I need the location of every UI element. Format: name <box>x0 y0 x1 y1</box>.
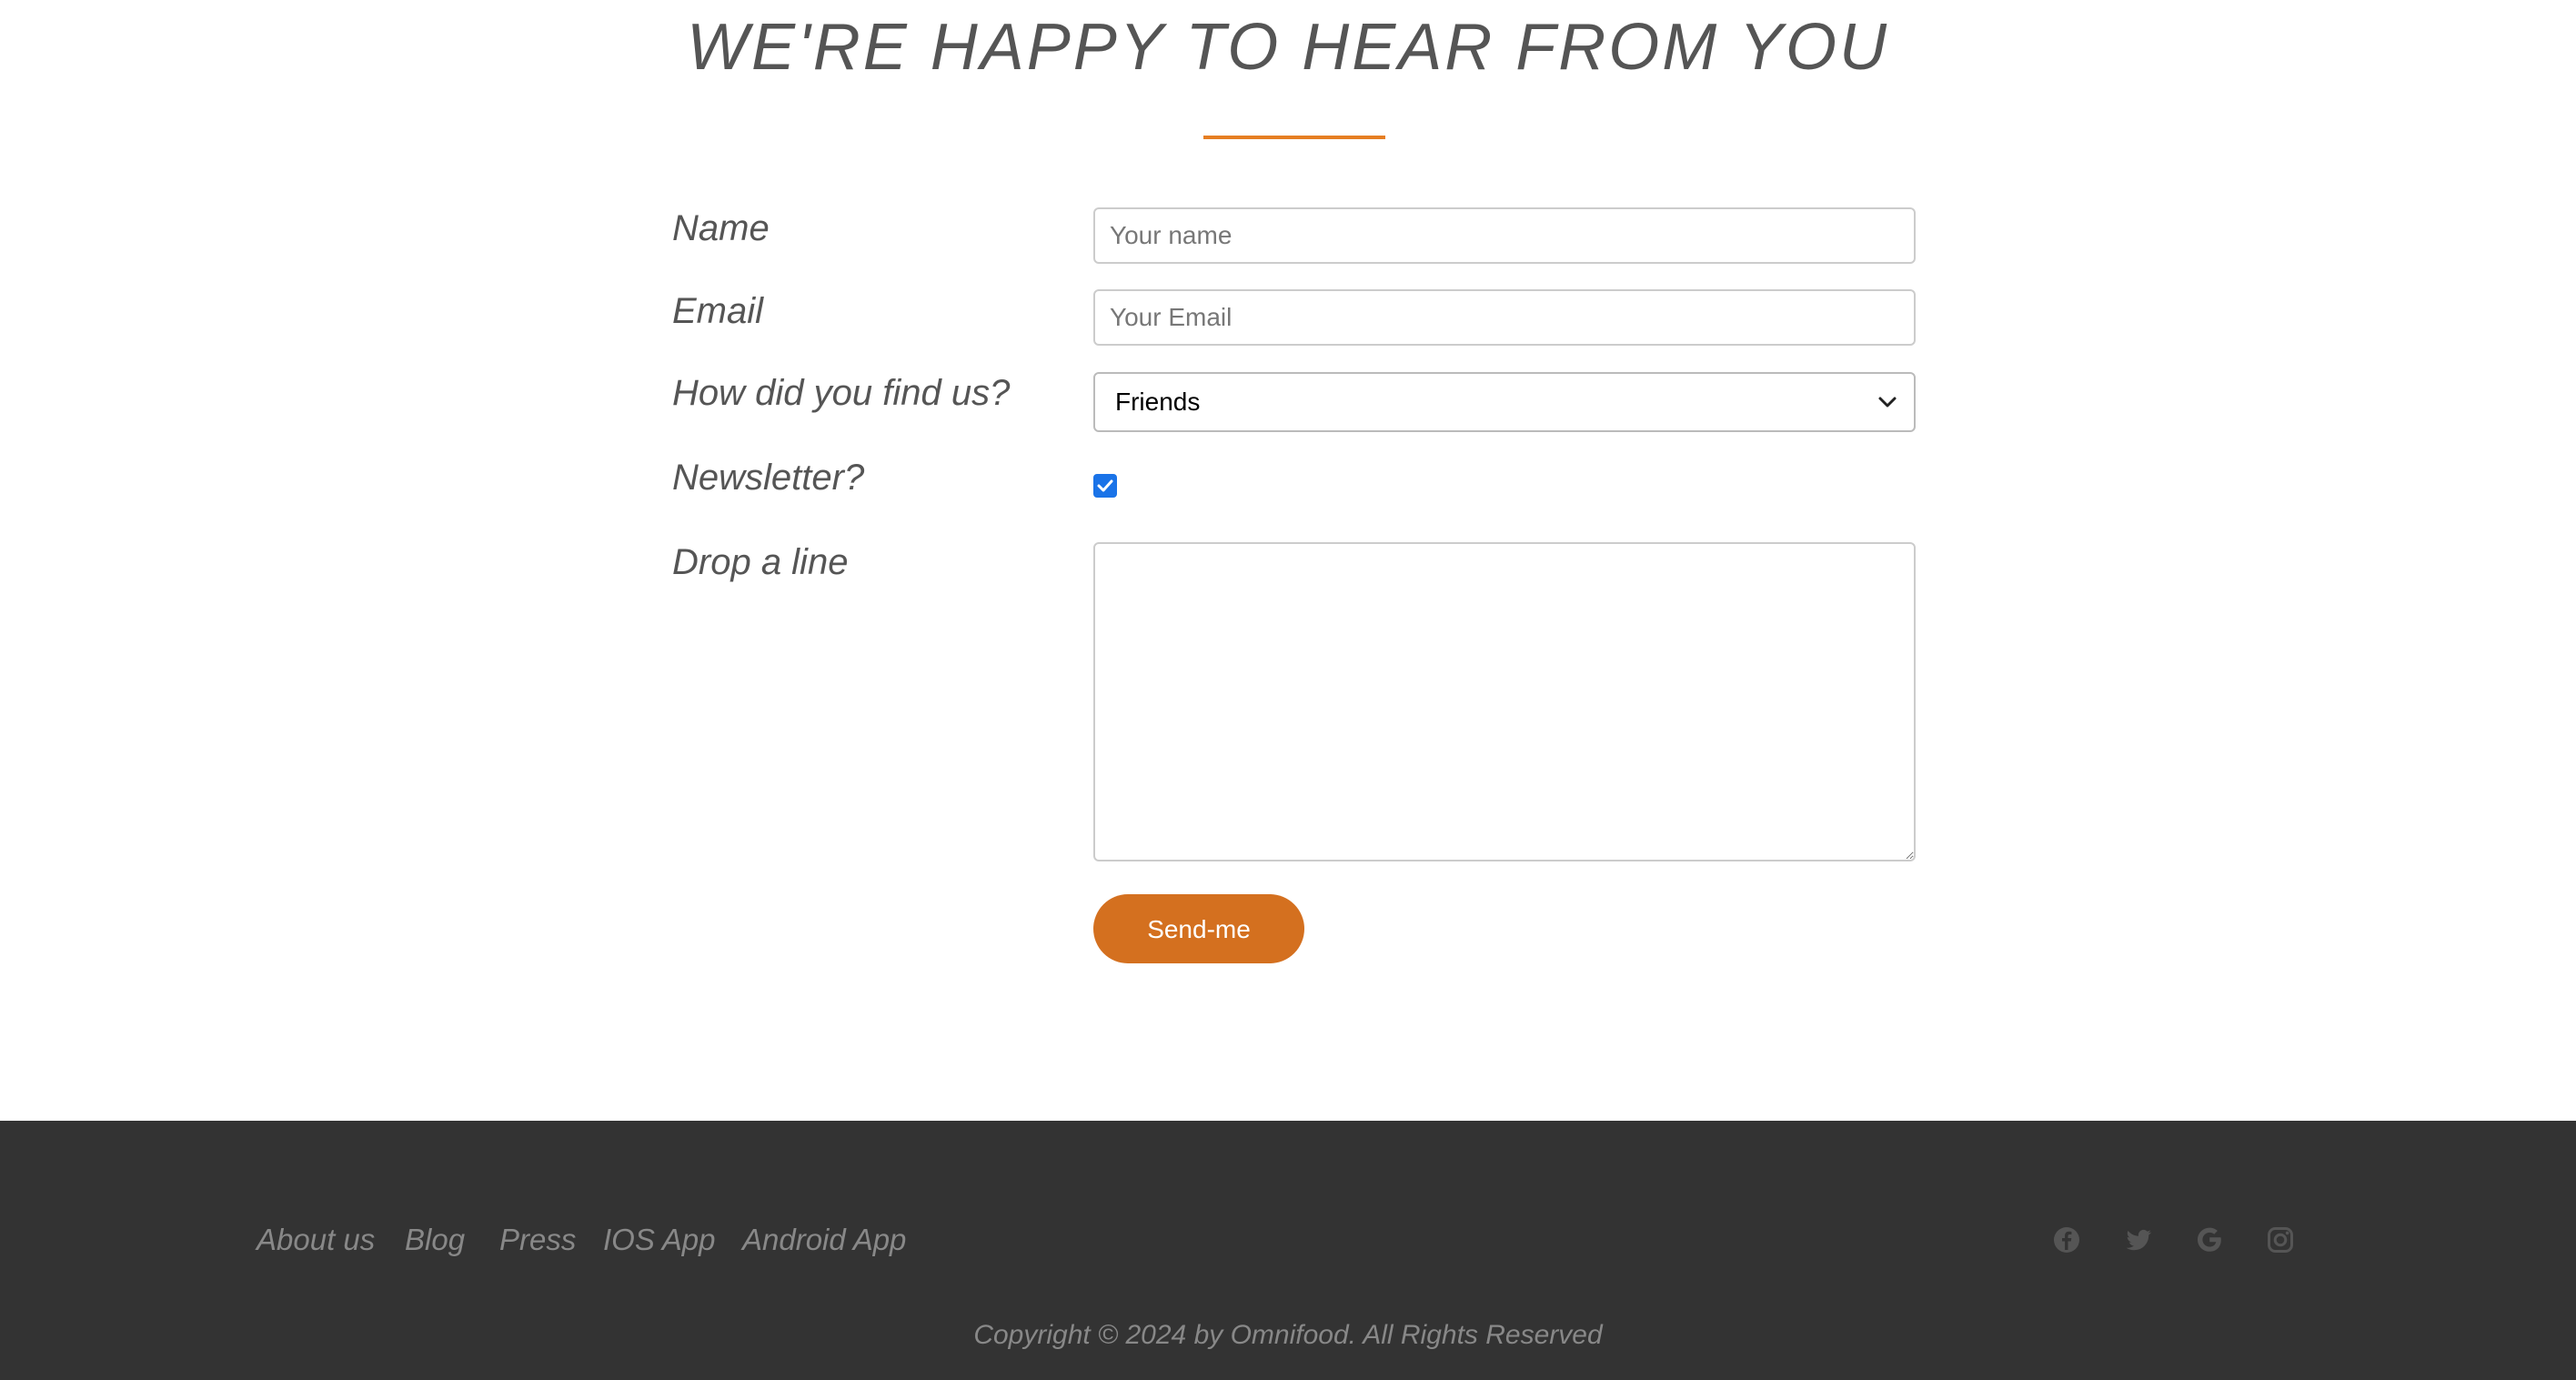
email-label: Email <box>672 291 764 331</box>
google-icon[interactable] <box>2194 1224 2225 1255</box>
contact-section: WE'RE HAPPY TO HEAR FROM YOU Name Email … <box>0 0 2576 1121</box>
find-us-select[interactable]: Friends <box>1093 372 1916 432</box>
footer-link-ios-app[interactable]: IOS App <box>603 1217 716 1263</box>
message-label: Drop a line <box>672 542 849 582</box>
name-label: Name <box>672 208 770 248</box>
footer: About us Blog Press IOS App Android App … <box>0 1121 2576 1380</box>
find-us-label: How did you find us? <box>672 373 1011 413</box>
newsletter-checkbox[interactable] <box>1093 474 1117 498</box>
heading-divider <box>1203 136 1385 139</box>
copyright-text: Copyright © 2024 by Omnifood. All Rights… <box>973 1320 1603 1350</box>
facebook-icon[interactable] <box>2051 1224 2082 1255</box>
send-button[interactable]: Send-me <box>1093 894 1304 963</box>
find-us-selected-value: Friends <box>1115 388 1201 416</box>
instagram-icon[interactable] <box>2265 1224 2296 1255</box>
footer-link-blog[interactable]: Blog <box>405 1217 465 1263</box>
name-input[interactable] <box>1093 207 1916 264</box>
newsletter-label: Newsletter? <box>672 458 865 498</box>
email-input[interactable] <box>1093 289 1916 346</box>
checkmark-icon <box>1097 479 1113 492</box>
message-textarea[interactable] <box>1093 542 1916 861</box>
footer-link-android-app[interactable]: Android App <box>742 1217 906 1263</box>
chevron-down-icon <box>1878 397 1897 408</box>
twitter-icon[interactable] <box>2123 1224 2154 1255</box>
footer-link-about-us[interactable]: About us <box>257 1217 375 1263</box>
footer-link-press[interactable]: Press <box>499 1217 576 1263</box>
section-heading: WE'RE HAPPY TO HEAR FROM YOU <box>687 11 1889 84</box>
